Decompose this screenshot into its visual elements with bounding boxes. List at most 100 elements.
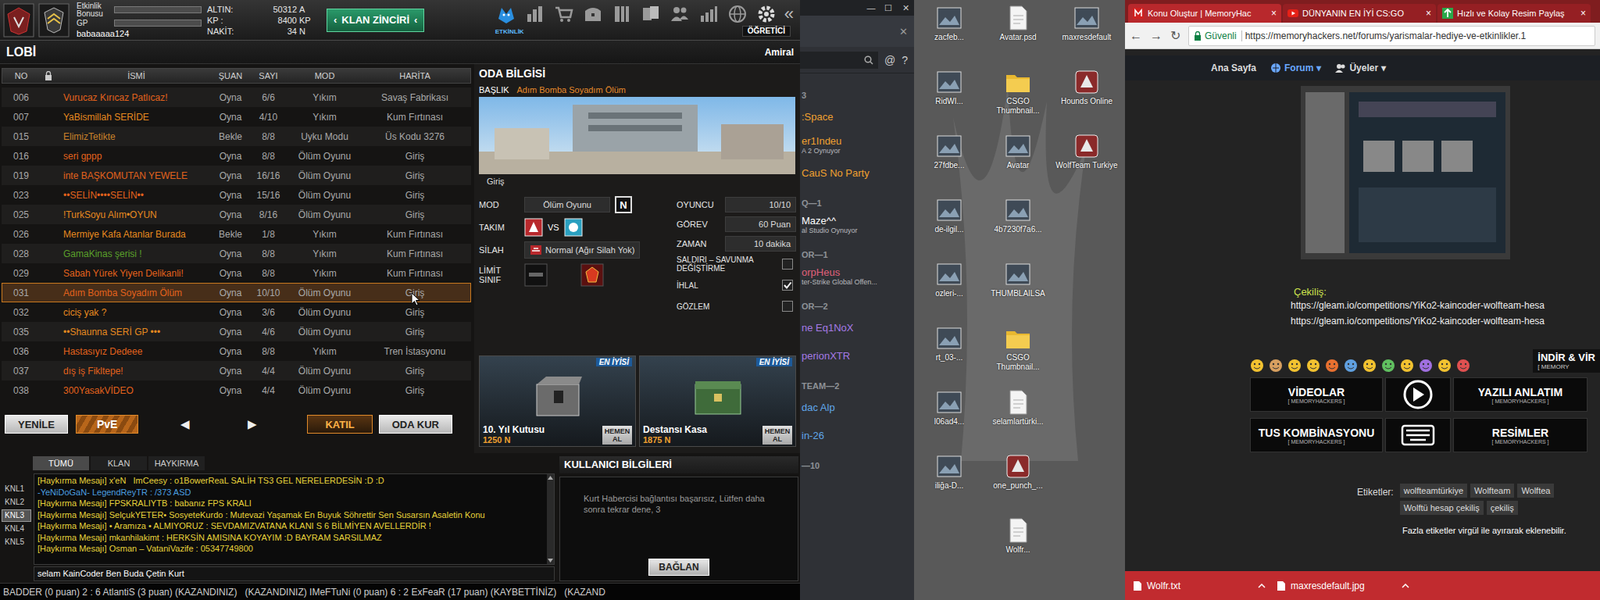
download-banner[interactable]: İNDİR & VİR[ MEMORY [1532,349,1600,373]
desktop-icon[interactable]: de-ilgil... [917,196,982,261]
site-nav-item[interactable]: Ana Sayfa [1210,62,1257,74]
omnibox[interactable]: Güvenlihttps://memoryhackers.net/forums/… [1188,25,1596,47]
cart-icon[interactable] [553,3,575,25]
desktop-icon[interactable]: 4b7230f7a6... [985,196,1050,261]
window-control[interactable]: — [862,3,880,13]
gear-icon[interactable] [755,3,778,25]
pve-button[interactable]: PvE [75,414,139,434]
tab-close[interactable]: × [1271,7,1277,19]
collapse-button[interactable]: « [784,4,794,24]
desktop-icon[interactable]: RidWI... [917,68,982,133]
ranking-icon[interactable] [697,3,720,25]
buy-button[interactable]: HEMEN AL [762,425,793,445]
refresh-button[interactable]: YENİLE [4,414,68,434]
category-banner[interactable]: RESİMLER[ MEMORYHACKERS ] [1453,417,1588,453]
desktop-icon[interactable]: Hounds Online [1054,68,1119,133]
desktop-icon[interactable]: one_punch_... [985,453,1050,518]
room-row[interactable]: 029Sabah Yürek Yiyen Delikanli!Oyna8/8Yı… [1,263,472,283]
room-row[interactable]: 015ElimizTetikteBekle8/8Uyku ModuÜs Kodu… [1,126,472,147]
channel-item[interactable]: KNL4 [1,522,32,536]
event-wolf-icon[interactable] [495,3,518,25]
browser-tab[interactable]: Hızlı ve Kolay Resim Paylaş× [1437,3,1591,23]
room-row[interactable]: 031Adım Bomba Soyadım ÖlümOyna10/10Ölüm … [1,282,472,303]
help-button[interactable]: ? [901,53,908,67]
room-row[interactable]: 006Vurucaz Kırıcaz Patlıcaz!Oyna6/6Yıkım… [1,87,472,108]
category-banner[interactable]: YAZILI ANLATIM[ MEMORYHACKERS ] [1453,377,1588,412]
chat-tab[interactable]: HAYKIRMA [148,456,205,471]
member-item[interactable]: perionXTR [801,343,911,368]
desktop-icon[interactable]: Avatar.psd [985,4,1050,69]
desktop-icon[interactable]: WolfTeam Turkiye [1054,132,1119,197]
desktop-icon[interactable]: THUMBLAILSA [985,260,1050,325]
buy-button[interactable]: HEMEN AL [602,425,633,445]
back-button[interactable]: ← [1129,28,1143,43]
reload-button[interactable]: ↻ [1170,28,1181,43]
inventory-icon[interactable] [610,3,633,25]
close-button[interactable]: ✕ [899,25,908,38]
member-item[interactable]: :Space [801,104,911,129]
chat-scrollbar[interactable] [546,474,554,565]
desktop-icon[interactable]: Wolfr... [985,517,1050,582]
prev-page-button[interactable]: ◀ [177,417,193,432]
desktop-icon[interactable]: iliğa-D... [917,453,982,518]
member-item[interactable]: dac Alp [801,395,911,419]
desktop-icon[interactable]: maxresdefault [1054,4,1119,69]
room-row[interactable]: 036Hastasıyız DedeeeOyna8/8YıkımTren İst… [1,341,472,361]
site-nav-item[interactable]: Üyeler▾ [1335,62,1386,74]
tag[interactable]: Wolftea [1517,483,1554,498]
channel-item[interactable]: KNL2 [1,496,32,509]
clan-chain-button[interactable]: ‹KLAN ZİNCİRİ‹ [326,8,425,33]
option-checkbox[interactable] [782,279,793,291]
room-row[interactable]: 032ciciş yak ?Oyna3/6Ölüm OyunuGiriş [1,302,472,322]
room-row[interactable]: 016seri gpppOyna8/8Ölüm OyunuGiriş [1,146,472,166]
forward-button[interactable]: → [1150,28,1163,43]
tag[interactable]: çekiliş [1486,500,1518,515]
channel-item[interactable]: KNL1 [1,482,32,496]
desktop-icon[interactable]: selamlartürki... [985,389,1050,454]
room-row[interactable]: 007YaBismillah SERİDEOyna4/10YıkımKum Fı… [1,107,472,127]
globe-icon[interactable] [726,3,749,25]
room-row[interactable]: 035••Shaunna SERİ GP •••Oyna4/6Ölüm Oyun… [1,321,472,342]
giveaway-link[interactable]: https://gleam.io/competitions/YiKo2-kain… [1290,297,1600,314]
tag[interactable]: Wolftü hesap çekiliş [1400,500,1484,515]
chat-input[interactable]: selam KainCoder Ben Buda Çetin Kurt [33,566,555,582]
channel-item[interactable]: KNL3 [1,509,32,522]
room-row[interactable]: 026Mermiye Kafa Atanlar BuradaBekle1/8Yı… [1,224,472,244]
channel-item[interactable]: KNL5 [1,535,32,549]
room-row[interactable]: 025!TurkSoyu Alım•OYUNOyna8/16Ölüm Oyunu… [1,204,472,225]
desktop-icon[interactable]: l06ad4... [917,389,982,454]
chat-tab[interactable]: KLAN [90,456,147,471]
room-row[interactable]: 038300YasakVİDEOOyna4/4Ölüm OyunuGiriş [1,380,472,400]
desktop-icon[interactable]: ozleri-... [917,260,982,325]
mentions-button[interactable]: @ [884,53,896,67]
friends-icon[interactable] [668,3,691,25]
member-item[interactable]: ne Eq1NoX [801,315,911,340]
browser-tab[interactable]: Konu Oluştur | MemoryHac× [1128,3,1282,23]
member-item[interactable]: orpHeuster-Strike Global Offen... [801,264,911,288]
category-banner[interactable]: TUS KOMBİNASYONU[ MEMORYHACKERS ] [1250,417,1383,453]
window-control[interactable]: ✕ [896,3,915,14]
browser-tab[interactable]: DÜNYANIN EN İYİ CS:GO× [1282,3,1436,23]
member-item[interactable]: in-26 [801,423,911,447]
tutorial-button[interactable]: ÖĞRETİCİ [742,25,791,37]
next-page-button[interactable]: ▶ [244,417,261,432]
room-row[interactable]: 028GamaKinas şerisi !Oyna8/8YıkımKum Fır… [1,243,472,264]
desktop-icon[interactable]: CSGO Thumbnail... [985,68,1050,133]
room-row[interactable]: 037dış iş Fikltepe!Oyna4/4Ölüm OyunuGiri… [1,360,472,381]
download-item[interactable]: maxresdefault.jpg [1276,580,1410,592]
member-item[interactable]: Maze^^al Studio Oynuyor [801,212,911,236]
join-button[interactable]: KATIL [307,414,372,434]
site-nav-item[interactable]: Forum▾ [1270,62,1322,74]
desktop-icon[interactable]: 27fdbe... [917,132,982,197]
desktop-icon[interactable]: Avatar [985,132,1050,197]
room-row[interactable]: 019inte BAŞKOMUTAN YEWELEOyna16/16Ölüm O… [1,165,472,186]
desktop-icon[interactable]: CSGO Thumbnail... [985,325,1050,390]
search-box[interactable] [800,51,879,69]
tag[interactable]: wolfteamtürkiye [1400,483,1468,498]
category-banner[interactable]: VİDEOLAR[ MEMORYHACKERS ] [1250,377,1383,412]
chest-icon[interactable] [582,3,604,25]
create-room-button[interactable]: ODA KUR [378,414,453,434]
stats-icon[interactable] [524,3,547,25]
desktop-icon[interactable]: zacfeb... [917,4,982,69]
tab-close[interactable]: × [1425,7,1432,19]
